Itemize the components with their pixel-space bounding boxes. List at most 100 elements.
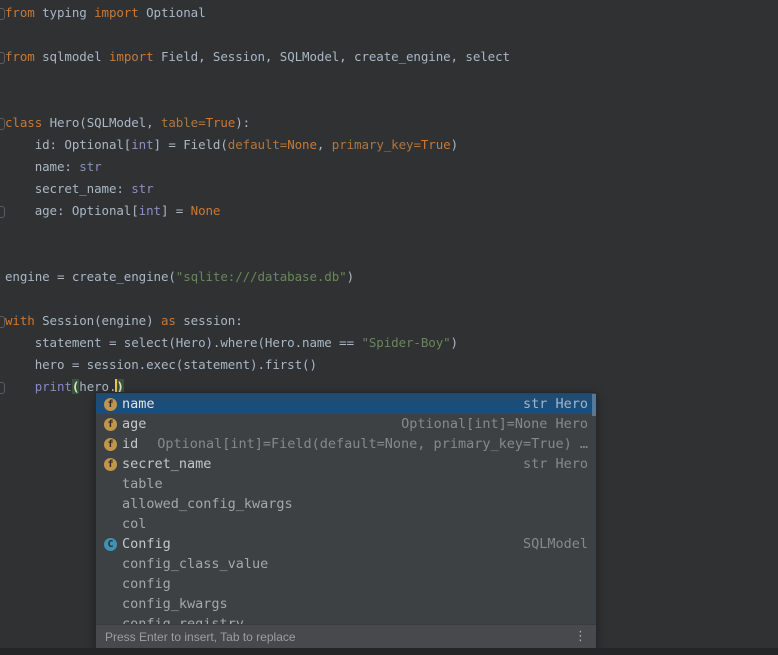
completion-label: secret_name xyxy=(122,456,211,472)
code-line[interactable]: with Session(engine) as session: xyxy=(0,310,778,332)
code-line[interactable] xyxy=(0,90,778,112)
code-token: Hero(SQLModel, xyxy=(42,115,161,130)
completion-item-secret_name[interactable]: f secret_name str Hero xyxy=(96,454,596,474)
code-line[interactable]: id: Optional[int] = Field(default=None, … xyxy=(0,134,778,156)
code-line[interactable] xyxy=(0,222,778,244)
code-token-kwarg: primary_key= xyxy=(332,137,421,152)
code-token: statement = select(Hero).where(Hero.name… xyxy=(5,335,361,350)
code-token: hero. xyxy=(79,379,116,394)
completion-item-config_registry[interactable]: config_registry xyxy=(96,614,596,624)
completion-label: name xyxy=(122,396,155,412)
code-token: ) xyxy=(451,335,458,350)
code-line[interactable] xyxy=(0,244,778,266)
code-token: Field, Session, SQLModel, create_engine,… xyxy=(154,49,510,64)
code-token-kwarg: default= xyxy=(228,137,287,152)
code-token-builtin: print xyxy=(35,379,72,394)
code-token-kw: with xyxy=(5,313,35,328)
code-token: Session(engine) xyxy=(35,313,161,328)
completion-item-config_class_value[interactable]: config_class_value xyxy=(96,554,596,574)
code-token-kw: from xyxy=(5,49,35,64)
gutter-icon xyxy=(0,118,5,130)
completion-item-Config[interactable]: CConfigSQLModel xyxy=(96,534,596,554)
code-token: Optional xyxy=(139,5,206,20)
completion-footer: Press Enter to insert, Tab to replace ⋮ xyxy=(96,624,596,648)
code-line[interactable]: class Hero(SQLModel, table=True): xyxy=(0,112,778,134)
text-caret xyxy=(115,379,117,394)
completion-type-hint: Optional[int]=None Hero xyxy=(391,416,588,432)
completion-item-config[interactable]: config xyxy=(96,574,596,594)
code-line[interactable] xyxy=(0,24,778,46)
completion-hint: Press Enter to insert, Tab to replace xyxy=(105,630,296,644)
gutter-icon xyxy=(0,8,5,20)
completion-label: config_class_value xyxy=(122,556,268,572)
completion-item-col[interactable]: col xyxy=(96,514,596,534)
code-token: ] = xyxy=(161,203,191,218)
completion-popup: fnamestr HerofageOptional[int]=None Hero… xyxy=(96,393,596,648)
code-token xyxy=(5,379,35,394)
code-token-type: str xyxy=(79,159,101,174)
completion-type-hint: str Hero xyxy=(513,396,588,412)
code-line[interactable]: statement = select(Hero).where(Hero.name… xyxy=(0,332,778,354)
completion-type-hint: SQLModel xyxy=(513,536,588,552)
code-token: session: xyxy=(176,313,243,328)
code-line[interactable]: age: Optional[int] = None xyxy=(0,200,778,222)
completion-item-config_kwargs[interactable]: config_kwargs xyxy=(96,594,596,614)
completion-item-age[interactable]: fageOptional[int]=None Hero xyxy=(96,414,596,434)
code-token-kwarg: table= xyxy=(161,115,206,130)
code-line[interactable]: engine = create_engine("sqlite:///databa… xyxy=(0,266,778,288)
code-token: sqlmodel xyxy=(35,49,109,64)
code-token: ) xyxy=(451,137,458,152)
completion-label: allowed_config_kwargs xyxy=(122,496,293,512)
code-editor[interactable]: from typing import Optionalfrom sqlmodel… xyxy=(0,2,778,398)
code-line[interactable] xyxy=(0,288,778,310)
code-token-kw: import xyxy=(94,5,139,20)
code-token: age: Optional[ xyxy=(5,203,139,218)
code-token: hero = session.exec(statement).first() xyxy=(5,357,317,372)
gutter-icon xyxy=(0,206,5,218)
gutter-icon xyxy=(0,382,5,394)
completion-label: table xyxy=(122,476,163,492)
code-token-type: int xyxy=(131,137,153,152)
editor-bottom-edge xyxy=(0,648,778,655)
code-token-kw: from xyxy=(5,5,35,20)
code-line[interactable]: from sqlmodel import Field, Session, SQL… xyxy=(0,46,778,68)
code-token: typing xyxy=(35,5,94,20)
code-token: ): xyxy=(235,115,250,130)
gutter-icon xyxy=(0,316,5,328)
more-menu-icon[interactable]: ⋮ xyxy=(574,629,587,644)
code-token-kw: None xyxy=(191,203,221,218)
code-token-kw: True xyxy=(206,115,236,130)
code-token-kw: as xyxy=(161,313,176,328)
code-token: name: xyxy=(5,159,79,174)
code-token: ) xyxy=(347,269,354,284)
completion-label: config_registry xyxy=(122,616,244,624)
code-token-kw: class xyxy=(5,115,42,130)
completion-list: fnamestr HerofageOptional[int]=None Hero… xyxy=(96,393,596,624)
completion-item-name[interactable]: fname str Hero xyxy=(96,394,596,414)
code-token: ] = Field( xyxy=(154,137,228,152)
completion-item-allowed_config_kwargs[interactable]: allowed_config_kwargs xyxy=(96,494,596,514)
completion-type-hint: str Hero xyxy=(513,456,588,472)
code-token-type: str xyxy=(131,181,153,196)
completion-label: col xyxy=(122,516,146,532)
code-line[interactable]: name: str xyxy=(0,156,778,178)
gutter-icon xyxy=(0,52,5,64)
popup-scrollbar[interactable] xyxy=(592,394,596,416)
completion-item-id[interactable]: fidOptional[int]=Field(default=None, pri… xyxy=(96,434,596,454)
code-line[interactable] xyxy=(0,68,778,90)
code-line[interactable]: from typing import Optional xyxy=(0,2,778,24)
code-token-str: "sqlite:///database.db" xyxy=(176,269,347,284)
completion-label: config_kwargs xyxy=(122,596,228,612)
field-icon: f xyxy=(104,458,117,471)
completion-label: id xyxy=(122,436,138,452)
code-line[interactable]: hero = session.exec(statement).first() xyxy=(0,354,778,376)
code-token: engine = create_engine( xyxy=(5,269,176,284)
code-token-match: ) xyxy=(116,379,123,394)
field-icon: f xyxy=(104,398,117,411)
completion-item-table[interactable]: table xyxy=(96,474,596,494)
field-icon: f xyxy=(104,438,117,451)
code-line[interactable]: secret_name: str xyxy=(0,178,778,200)
code-token-kw: True xyxy=(421,137,451,152)
code-token-kw: import xyxy=(109,49,154,64)
code-token-str: "Spider-Boy" xyxy=(361,335,450,350)
